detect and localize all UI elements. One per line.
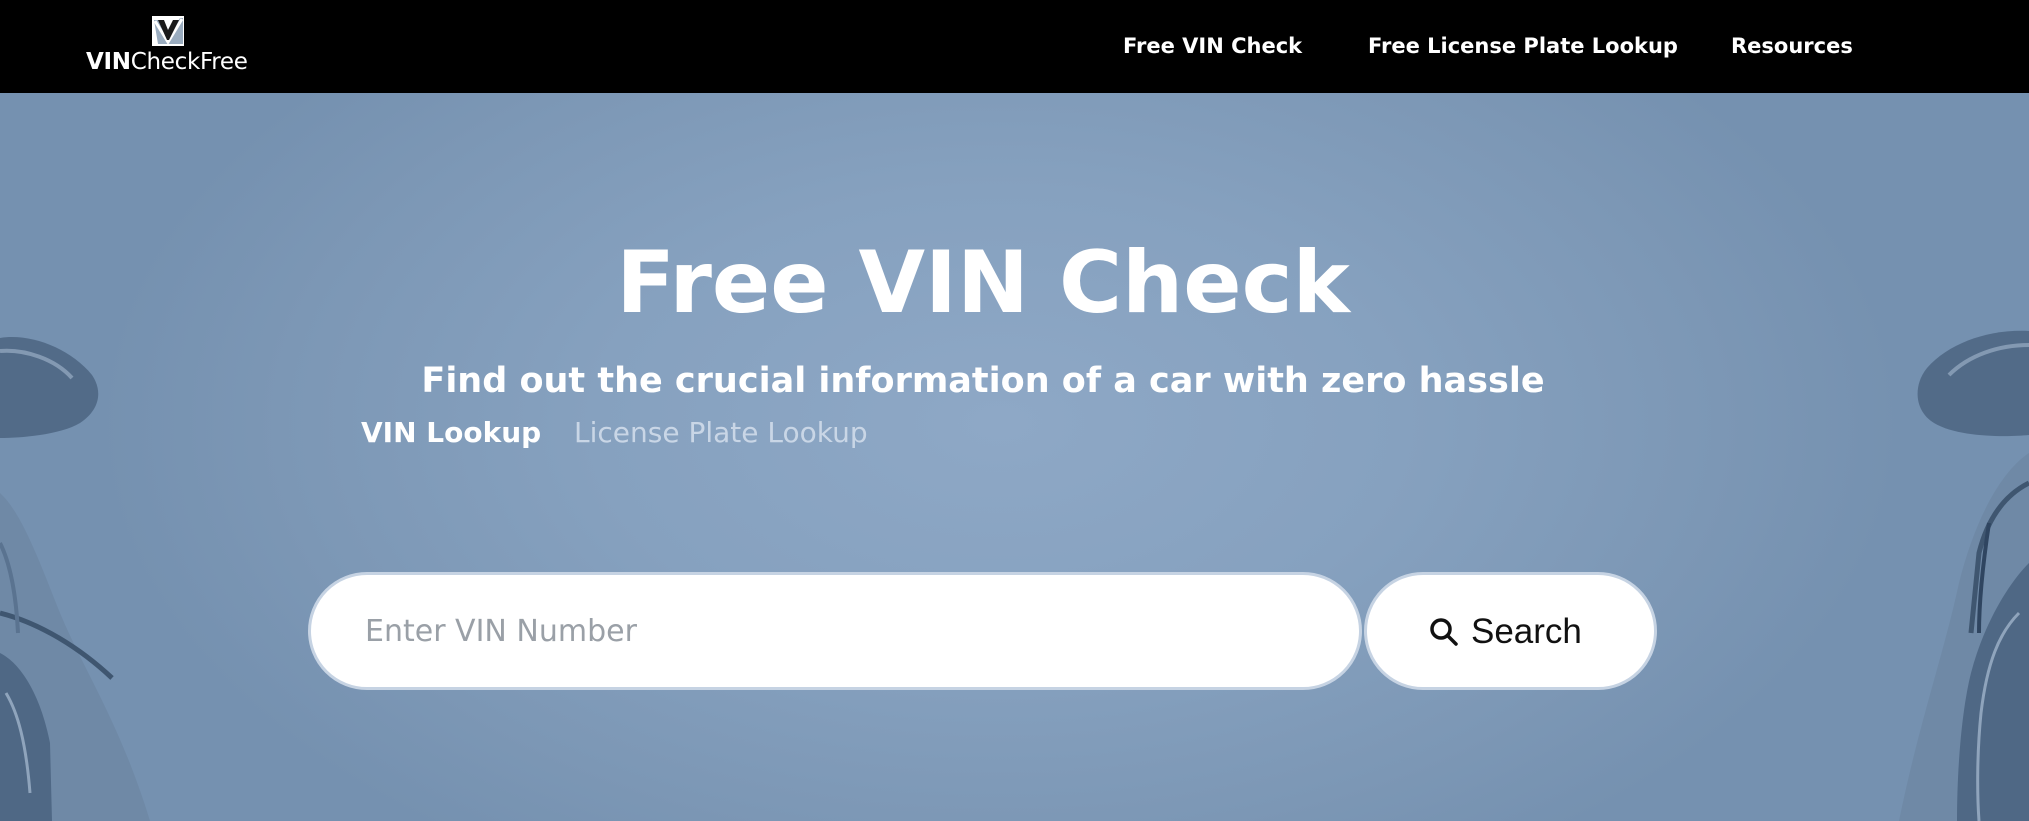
search-icon xyxy=(1430,618,1458,646)
hero-subtitle: Find out the crucial information of a ca… xyxy=(421,361,1545,401)
logo-wordmark-light: CheckFree xyxy=(130,49,248,75)
hero-section: Free VIN Check Find out the crucial info… xyxy=(0,93,2029,821)
tab-vin-lookup[interactable]: VIN Lookup xyxy=(361,414,541,452)
logo-wordmark: VINCheckFree xyxy=(86,48,248,76)
hero-title: Free VIN Check xyxy=(616,233,1350,333)
nav-link-free-license-plate-lookup[interactable]: Free License Plate Lookup xyxy=(1368,30,1678,62)
search-button-label: Search xyxy=(1471,612,1582,651)
top-navbar: VINCheckFree Free VIN Check Free License… xyxy=(0,0,2029,93)
site-logo[interactable]: VINCheckFree xyxy=(86,14,251,78)
car-left-background-image xyxy=(0,337,150,821)
nav-link-free-vin-check[interactable]: Free VIN Check xyxy=(1123,30,1302,62)
logo-wordmark-bold: VIN xyxy=(86,49,131,75)
tab-license-plate-lookup[interactable]: License Plate Lookup xyxy=(574,414,868,452)
checkmark-logo-icon xyxy=(152,16,184,46)
car-right-background-image xyxy=(1899,330,2029,821)
vin-number-input[interactable] xyxy=(308,572,1362,690)
search-button[interactable]: Search xyxy=(1364,572,1657,690)
nav-link-resources[interactable]: Resources xyxy=(1731,30,1853,62)
